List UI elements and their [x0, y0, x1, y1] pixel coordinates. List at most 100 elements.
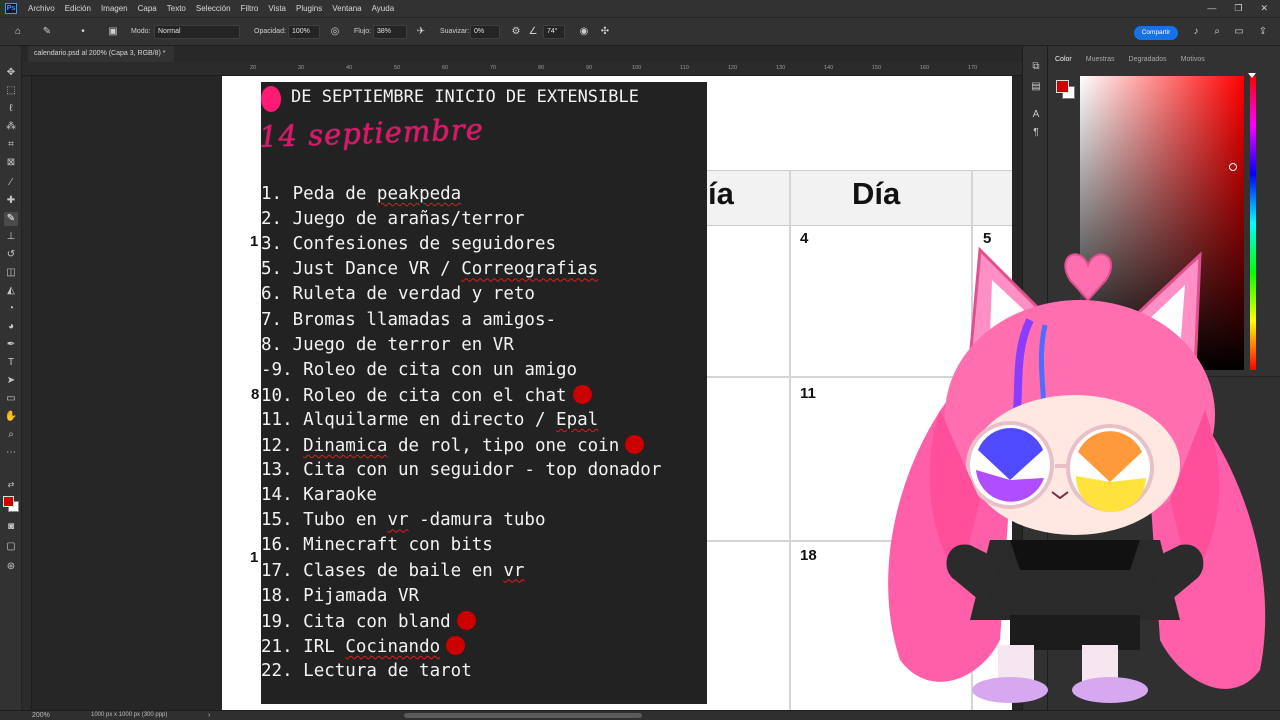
ruler-tick-label: 20	[250, 65, 257, 71]
tab-swatches[interactable]: Muestras	[1079, 54, 1122, 68]
calendar-day-number: 8	[251, 386, 260, 403]
restore-icon[interactable]: ❐	[1234, 3, 1242, 14]
horizontal-scrollbar[interactable]	[404, 713, 642, 718]
list-item-number: 19.	[261, 611, 293, 632]
list-item-number: 2.	[261, 209, 283, 230]
menu-bar: Ps Archivo Edición Imagen Capa Texto Sel…	[0, 0, 1280, 17]
panel-foreground-swatch[interactable]	[1056, 80, 1069, 93]
brush-settings-icon[interactable]: ▣	[106, 25, 120, 39]
list-item-text: Minecraft con bits	[303, 535, 493, 556]
airbrush-icon[interactable]: ✈	[414, 25, 428, 39]
swap-colors-icon[interactable]: ⇄	[4, 478, 18, 492]
mode-label: Modo:	[131, 28, 151, 35]
smooth-field[interactable]: 0%	[470, 25, 500, 39]
color-picker-cursor[interactable]	[1229, 163, 1237, 171]
hand-tool-icon[interactable]: ✋	[4, 410, 18, 424]
opacity-field[interactable]: 100%	[288, 25, 320, 39]
search-icon[interactable]: ⌕	[1210, 25, 1224, 39]
more-tools-icon[interactable]: ⋯	[4, 446, 18, 460]
quick-mask-icon[interactable]: ◙	[4, 520, 18, 534]
mode-select[interactable]: Normal	[154, 25, 240, 39]
angle-icon: ∠	[528, 26, 538, 37]
menu-ventana[interactable]: Ventana	[327, 4, 366, 13]
ruler-tick-label: 60	[442, 65, 449, 71]
stamp-tool-icon[interactable]: ⊥	[4, 230, 18, 244]
eyedropper-tool-icon[interactable]: ⁄	[4, 176, 18, 190]
move-tool-icon[interactable]: ✥	[4, 66, 18, 80]
lasso-tool-icon[interactable]: ℓ	[4, 102, 18, 116]
foreground-color-swatch[interactable]	[3, 496, 14, 507]
photoshop-logo-icon: Ps	[5, 3, 17, 14]
tools-panel: ✥ ⬚ ℓ ⁂ ⌗ ⊠ ⁄ ✚ ✎ ⊥ ↺ ◫ ◭ ◔ ◕ ✒ T ➤ ▭ ✋ …	[0, 46, 22, 710]
share-icon[interactable]: ⇪	[1256, 25, 1270, 39]
menu-seleccion[interactable]: Selección	[191, 4, 236, 13]
crop-tool-icon[interactable]: ⌗	[4, 138, 18, 152]
type-tool-icon[interactable]: T	[4, 356, 18, 370]
menu-ayuda[interactable]: Ayuda	[367, 4, 400, 13]
history-panel-icon[interactable]: ⧉	[1029, 60, 1043, 74]
history-brush-tool-icon[interactable]: ↺	[4, 248, 18, 262]
options-bar: ⌂ ✎ • ▣ Modo: Normal Opacidad: 100% ◎ Fl…	[0, 17, 1280, 46]
note-panel[interactable]: DE SEPTIEMBRE INICIO DE EXTENSIBLE 14 se…	[258, 82, 707, 704]
menu-imagen[interactable]: Imagen	[96, 4, 133, 13]
menu-archivo[interactable]: Archivo	[23, 4, 60, 13]
tab-color[interactable]: Color	[1048, 54, 1079, 68]
extras-icon[interactable]: ⊛	[4, 560, 18, 574]
quick-select-tool-icon[interactable]: ⁂	[4, 120, 18, 134]
eraser-tool-icon[interactable]: ◫	[4, 266, 18, 280]
document-tab[interactable]: calendario.psd al 200% (Capa 3, RGB/8) *	[28, 46, 174, 62]
flow-label: Flujo:	[354, 28, 372, 35]
shape-tool-icon[interactable]: ▭	[4, 392, 18, 406]
close-icon[interactable]: ✕	[1260, 3, 1268, 14]
bell-icon[interactable]: ♪	[1189, 25, 1203, 39]
angle-field[interactable]: 74°	[543, 25, 565, 39]
menu-vista[interactable]: Vista	[263, 4, 291, 13]
pressure-size-icon[interactable]: ◉	[577, 25, 591, 39]
ruler-vertical	[22, 76, 32, 710]
flow-field[interactable]: 38%	[373, 25, 407, 39]
paint-bucket-tool-icon[interactable]: ◭	[4, 284, 18, 298]
menu-capa[interactable]: Capa	[133, 4, 162, 13]
share-button[interactable]: Compartir	[1134, 26, 1178, 40]
pressure-opacity-icon[interactable]: ◎	[328, 25, 342, 39]
list-item: 18. Pijamada VR	[261, 586, 419, 610]
menu-edicion[interactable]: Edición	[60, 4, 96, 13]
comments-panel-icon[interactable]: ▤	[1029, 80, 1043, 94]
list-item-text: Cita con bland	[303, 611, 451, 632]
workspace-icon[interactable]: ▭	[1232, 25, 1246, 39]
brush-tool-icon[interactable]: ✎	[4, 212, 18, 226]
pen-tool-icon[interactable]: ✒	[4, 338, 18, 352]
zoom-level[interactable]: 200%	[32, 712, 50, 719]
list-item-text: Roleo de cita con un amigo	[303, 359, 578, 380]
character-panel-icon[interactable]: A	[1029, 108, 1043, 122]
frame-tool-icon[interactable]: ⊠	[4, 156, 18, 170]
menu-texto[interactable]: Texto	[162, 4, 191, 13]
symmetry-icon[interactable]: ✣	[598, 25, 612, 39]
home-icon[interactable]: ⌂	[11, 25, 25, 39]
list-item-number: 11.	[261, 409, 293, 430]
tab-patterns[interactable]: Motivos	[1174, 54, 1212, 68]
path-select-tool-icon[interactable]: ➤	[4, 374, 18, 388]
zoom-tool-icon[interactable]: ⌕	[4, 428, 18, 442]
list-item: 2. Juego de arañas/terror	[261, 209, 524, 233]
blur-tool-icon[interactable]: ◔	[4, 302, 18, 316]
marquee-tool-icon[interactable]: ⬚	[4, 84, 18, 98]
list-item-number: 18.	[261, 585, 293, 606]
menu-filtro[interactable]: Filtro	[236, 4, 264, 13]
minimize-icon[interactable]: —	[1207, 3, 1216, 14]
healing-tool-icon[interactable]: ✚	[4, 194, 18, 208]
dodge-tool-icon[interactable]: ◕	[4, 320, 18, 334]
brush-tool-icon[interactable]: ✎	[40, 25, 54, 39]
menu-plugins[interactable]: Plugins	[291, 4, 327, 13]
hue-slider-handle[interactable]	[1248, 73, 1256, 78]
list-item: 7. Bromas llamadas a amigos-	[261, 310, 556, 334]
status-menu-arrow[interactable]: ›	[208, 712, 210, 719]
window-controls: — ❐ ✕	[1207, 3, 1280, 14]
paragraph-panel-icon[interactable]: ¶	[1029, 126, 1043, 140]
screen-mode-icon[interactable]: ▢	[4, 540, 18, 554]
tab-gradients[interactable]: Degradados	[1122, 54, 1174, 68]
list-item-number: 16.	[261, 535, 293, 556]
smooth-settings-gear-icon[interactable]: ⚙	[509, 25, 523, 39]
brush-size-icon[interactable]: •	[76, 25, 90, 39]
ruler-tick-label: 80	[538, 65, 545, 71]
